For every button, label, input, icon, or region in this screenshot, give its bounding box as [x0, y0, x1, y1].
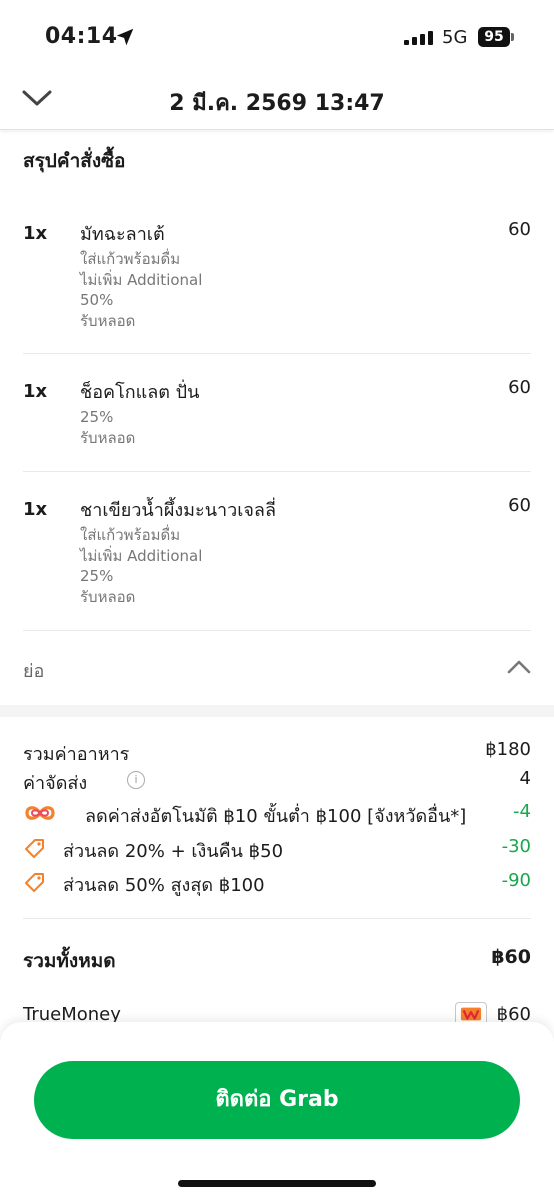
item-quantity: 1x	[23, 381, 48, 402]
item-option: ไม่เพิ่ม Additional	[80, 546, 203, 565]
food-subtotal-value: ฿180	[485, 739, 531, 760]
discount-row: ส่วนลด 20% + เงินคืน ฿50 -30	[23, 836, 531, 862]
discount-label: ส่วนลด 20% + เงินคืน ฿50	[63, 841, 284, 862]
status-bar: 04:14 5G 95	[0, 0, 554, 72]
item-price: 60	[508, 219, 531, 240]
item-price: 60	[508, 495, 531, 516]
item-price: 60	[508, 377, 531, 398]
item-option: 50%	[80, 291, 114, 309]
item-options: ใส่แก้วพร้อมดื่ม ไม่เพิ่ม Additional 50%…	[80, 249, 202, 331]
item-name: ช็อคโกแลต ปั่น	[80, 382, 200, 403]
divider	[23, 918, 531, 919]
food-subtotal-label: รวมค่าอาหาร	[23, 744, 130, 765]
item-option: รับหลอด	[80, 311, 136, 330]
item-option: ใส่แก้วพร้อมดื่ม	[80, 526, 181, 544]
battery-icon: 95	[478, 27, 510, 47]
section-separator	[0, 705, 554, 717]
page-title: 2 มี.ค. 2569 13:47	[169, 91, 385, 116]
home-indicator[interactable]	[178, 1180, 376, 1187]
item-name: ชาเขียวน้ำผึ้งมะนาวเจลลี่	[80, 500, 276, 521]
item-option: 25%	[80, 567, 114, 585]
discount-row: ลดค่าส่งอัตโนมัติ ฿10 ขั้นต่ำ ฿100 [จังห…	[23, 801, 531, 827]
item-option: ใส่แก้วพร้อมดื่ม	[80, 250, 181, 268]
status-time: 04:14	[45, 24, 118, 49]
food-subtotal-row: รวมค่าอาหาร ฿180	[23, 739, 531, 765]
discount-value: -90	[501, 870, 531, 891]
loop-promo-icon	[25, 806, 55, 820]
grand-total-label: รวมทั้งหมด	[23, 950, 116, 972]
discount-label: ส่วนลด 50% สูงสุด ฿100	[63, 875, 265, 896]
discount-tag-icon	[25, 873, 44, 892]
item-option: รับหลอด	[80, 587, 136, 606]
item-name: มัทฉะลาเต้	[80, 224, 165, 245]
discount-row: ส่วนลด 50% สูงสุด ฿100 -90	[23, 870, 531, 896]
location-arrow-icon	[116, 28, 134, 46]
item-quantity: 1x	[23, 223, 48, 244]
discount-tag-icon	[25, 839, 44, 858]
divider	[23, 353, 531, 354]
collapse-label: ย่อ	[23, 661, 45, 682]
divider	[23, 471, 531, 472]
item-option: รับหลอด	[80, 428, 136, 447]
info-icon[interactable]: i	[127, 771, 145, 789]
grand-total-value: ฿60	[491, 946, 531, 968]
delivery-fee-row: ค่าจัดส่ง i 4	[23, 768, 531, 794]
delivery-fee-label: ค่าจัดส่ง	[23, 773, 88, 794]
item-option: ไม่เพิ่ม Additional	[80, 270, 203, 289]
item-options: 25% รับหลอด	[80, 407, 135, 448]
delivery-fee-value: 4	[519, 768, 531, 789]
item-option: 25%	[80, 408, 114, 426]
contact-grab-button[interactable]: ติดต่อ Grab	[34, 1061, 520, 1139]
chevron-up-icon[interactable]	[506, 657, 532, 675]
discount-value: -4	[513, 801, 531, 822]
item-quantity: 1x	[23, 499, 48, 520]
cellular-signal-icon	[404, 31, 433, 45]
network-type: 5G	[442, 27, 468, 48]
collapse-toggle[interactable]: ย่อ	[0, 631, 554, 705]
item-options: ใส่แก้วพร้อมดื่ม ไม่เพิ่ม Additional 25%…	[80, 525, 202, 607]
discount-label: ลดค่าส่งอัตโนมัติ ฿10 ขั้นต่ำ ฿100 [จังห…	[85, 806, 467, 827]
order-summary-title: สรุปคำสั่งซื้อ	[23, 150, 126, 172]
discount-value: -30	[501, 836, 531, 857]
order-header: 2 มี.ค. 2569 13:47	[0, 72, 554, 130]
battery-nub	[511, 33, 514, 41]
